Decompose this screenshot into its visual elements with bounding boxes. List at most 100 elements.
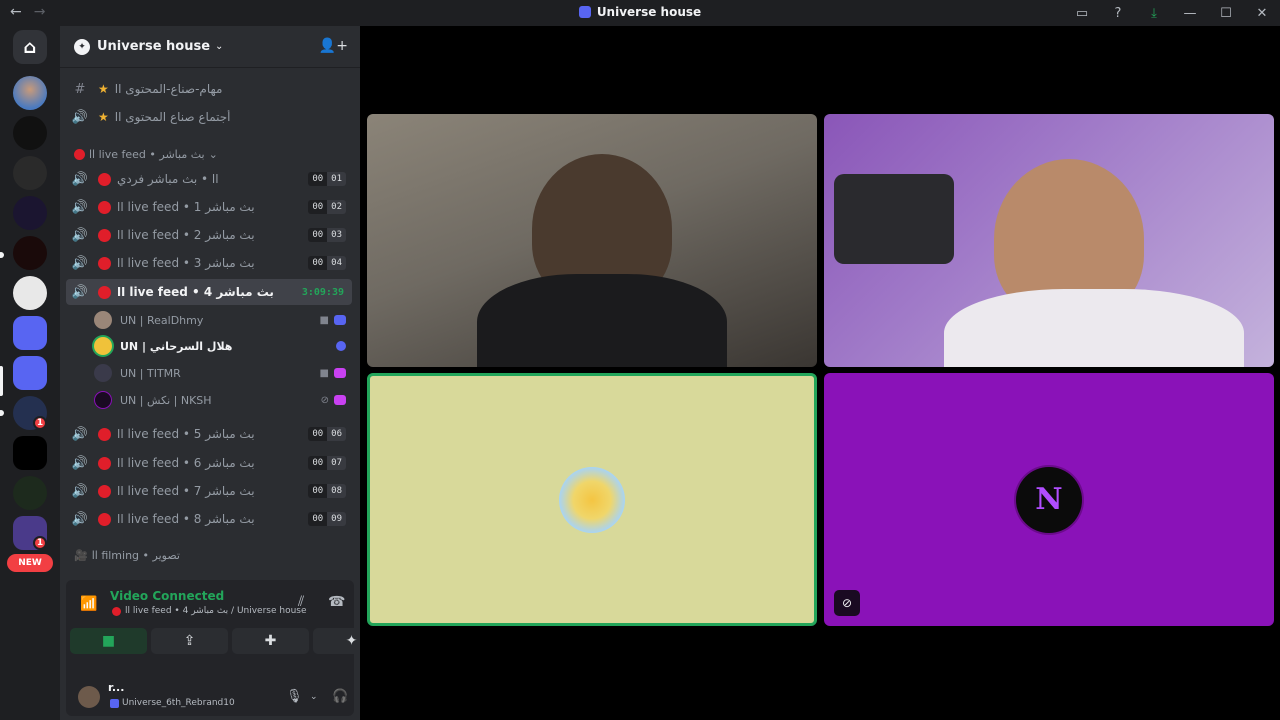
server-icon-wolf[interactable] <box>13 156 47 190</box>
live-dot-icon <box>98 456 111 470</box>
voice-channel[interactable]: 🔊 ★ أجتماع صناع المحتوى اا <box>66 104 352 130</box>
voice-connection-panel: 📶 Video Connected اا live feed • بث مباش… <box>66 580 360 678</box>
voice-channel[interactable]: 🔊 اا live feed • بث مباشر 2 00 03 <box>66 222 352 248</box>
nksh-avatar-icon: N <box>1016 466 1082 533</box>
username: r... <box>108 681 125 694</box>
selected-pip <box>0 366 3 396</box>
count-right: 02 <box>327 200 346 214</box>
disconnect-icon[interactable]: ☎ <box>328 594 345 610</box>
speaker-icon: 🔊 <box>71 227 89 243</box>
hash-icon: # <box>74 81 86 97</box>
voice-channel[interactable]: 🔊 اا live feed • بث مباشر 3 00 04 <box>66 250 352 276</box>
server-icon-universe-house[interactable] <box>13 356 47 390</box>
close-icon[interactable]: ✕ <box>1244 6 1280 21</box>
speaker-icon: 🔊 <box>71 426 89 442</box>
game-icon <box>334 368 346 378</box>
voice-channel-active[interactable]: 🔊 اا live feed • بث مباشر 4 3:09:39 <box>66 279 352 305</box>
voice-channel[interactable]: 🔊 اا live feed • بث مباشر 7 00 08 <box>66 478 352 504</box>
voice-channel[interactable]: 🔊 اا • بث مباشر فردي 00 01 <box>66 166 352 192</box>
activities-button[interactable]: ✚ <box>232 628 309 654</box>
speaker-icon: 🔊 <box>71 255 89 271</box>
discord-home-icon[interactable]: ⌂ <box>13 30 47 64</box>
live-dot-icon <box>98 427 111 441</box>
user-count: 00 04 <box>308 256 346 270</box>
avatar <box>94 391 112 409</box>
server-icon-red[interactable] <box>13 236 47 270</box>
maximize-icon[interactable]: ☐ <box>1208 6 1244 21</box>
soundboard-button[interactable]: ✦ <box>313 628 360 654</box>
download-icon[interactable]: ⤓ <box>1136 6 1172 21</box>
count-right: 06 <box>327 427 346 441</box>
user-count: 00 02 <box>308 200 346 214</box>
server-icon-universe[interactable] <box>13 316 47 350</box>
channel-label: اا live feed • بث مباشر 7 <box>117 484 255 498</box>
voice-channel[interactable]: 🔊 اا live feed • بث مباشر 1 00 02 <box>66 194 352 220</box>
server-icon-dark[interactable] <box>13 116 47 150</box>
help-icon[interactable]: ? <box>1100 6 1136 21</box>
voice-channel[interactable]: 🔊 اا live feed • بث مباشر 8 00 09 <box>66 506 352 532</box>
connection-status[interactable]: Video Connected <box>110 589 224 603</box>
text-channel[interactable]: # ★ مهام-صناع-المحتوى اا <box>66 76 352 102</box>
muted-icon: ⊘ <box>834 590 860 616</box>
server-icon-white[interactable] <box>13 276 47 310</box>
server-icon-black[interactable] <box>13 436 47 470</box>
count-left: 00 <box>308 456 328 470</box>
channel-label: اا live feed • بث مباشر 2 <box>117 228 255 242</box>
inbox-icon[interactable]: ▭ <box>1064 6 1100 21</box>
category-filming[interactable]: 🎥 اا filming • تصوير <box>74 549 180 562</box>
new-badge[interactable]: NEW <box>7 554 53 572</box>
camera-feed-tile[interactable] <box>367 114 817 367</box>
camera-feed-tile[interactable] <box>824 114 1274 367</box>
count-left: 00 <box>308 172 328 186</box>
count-left: 00 <box>308 512 328 526</box>
microphone-prop <box>834 174 954 264</box>
server-name: Universe house <box>97 39 211 54</box>
count-right: 08 <box>327 484 346 498</box>
noise-suppression-icon[interactable]: ⫽ <box>298 594 304 610</box>
connection-location[interactable]: اا live feed • بث مباشر 4 / Universe hou… <box>112 606 307 616</box>
count-right: 01 <box>327 172 346 186</box>
server-header[interactable]: ✦ Universe house ⌄ 👤+ <box>60 26 360 68</box>
category-live-feed[interactable]: اا live feed • بث مباشر ⌄ <box>74 148 218 161</box>
count-left: 00 <box>308 256 328 270</box>
sun-avatar-icon <box>559 466 625 533</box>
voice-channel[interactable]: 🔊 اا live feed • بث مباشر 6 00 07 <box>66 450 352 476</box>
server-icon-avatar[interactable] <box>13 76 47 110</box>
server-rail: ⌂ 1 1 NEW <box>0 26 60 720</box>
chevron-down-icon: ⌄ <box>208 148 218 161</box>
channel-label: مهام-صناع-المحتوى اا <box>114 82 223 96</box>
channel-label: اا live feed • بث مباشر 8 <box>117 512 255 526</box>
avatar-tile-speaking[interactable] <box>367 373 817 626</box>
live-dot-icon <box>112 606 121 616</box>
camera-button[interactable]: ■ <box>70 628 147 654</box>
avatar-tile[interactable]: N ⊘ <box>824 373 1274 626</box>
count-left: 00 <box>308 484 328 498</box>
microphone-icon[interactable]: 🎙 <box>286 689 303 704</box>
invite-icon[interactable]: 👤+ <box>319 38 348 54</box>
mention-badge: 1 <box>33 416 47 430</box>
title-bar: ← → Universe house ▭ ? ⤓ — ☐ ✕ <box>0 0 1280 26</box>
video-icon: ■ <box>319 314 329 326</box>
channel-label: أجتماع صناع المحتوى اا <box>114 110 231 124</box>
voice-user[interactable]: UN | نكش | NKSH ⊘ <box>94 388 346 412</box>
voice-user-speaking[interactable]: UN | هلال السرحاني <box>94 334 346 358</box>
count-left: 00 <box>308 200 328 214</box>
mention-badge-2: 1 <box>33 536 47 550</box>
minimize-icon[interactable]: — <box>1172 6 1208 21</box>
channel-label: اا live feed • بث مباشر 1 <box>117 200 255 214</box>
avatar[interactable] <box>78 686 100 708</box>
count-right: 03 <box>327 228 346 242</box>
speaker-icon: 🔊 <box>71 199 89 215</box>
screen-share-button[interactable]: ⇪ <box>151 628 228 654</box>
signal-icon[interactable]: 📶 <box>80 596 97 612</box>
voice-user[interactable]: UN | RealDhmy ■ <box>94 308 346 332</box>
live-dot-icon <box>98 285 111 299</box>
voice-channel[interactable]: 🔊 اا live feed • بث مباشر 5 00 06 <box>66 421 352 447</box>
voice-user[interactable]: UN | TITMR ■ <box>94 361 346 385</box>
server-icon-purple[interactable] <box>13 196 47 230</box>
muted-icon: ⊘ <box>320 394 329 406</box>
chevron-down-icon[interactable]: ⌄ <box>310 692 318 702</box>
unread-pip-2 <box>0 410 4 416</box>
headset-icon[interactable]: 🎧 <box>332 689 348 704</box>
server-icon-anime[interactable] <box>13 476 47 510</box>
